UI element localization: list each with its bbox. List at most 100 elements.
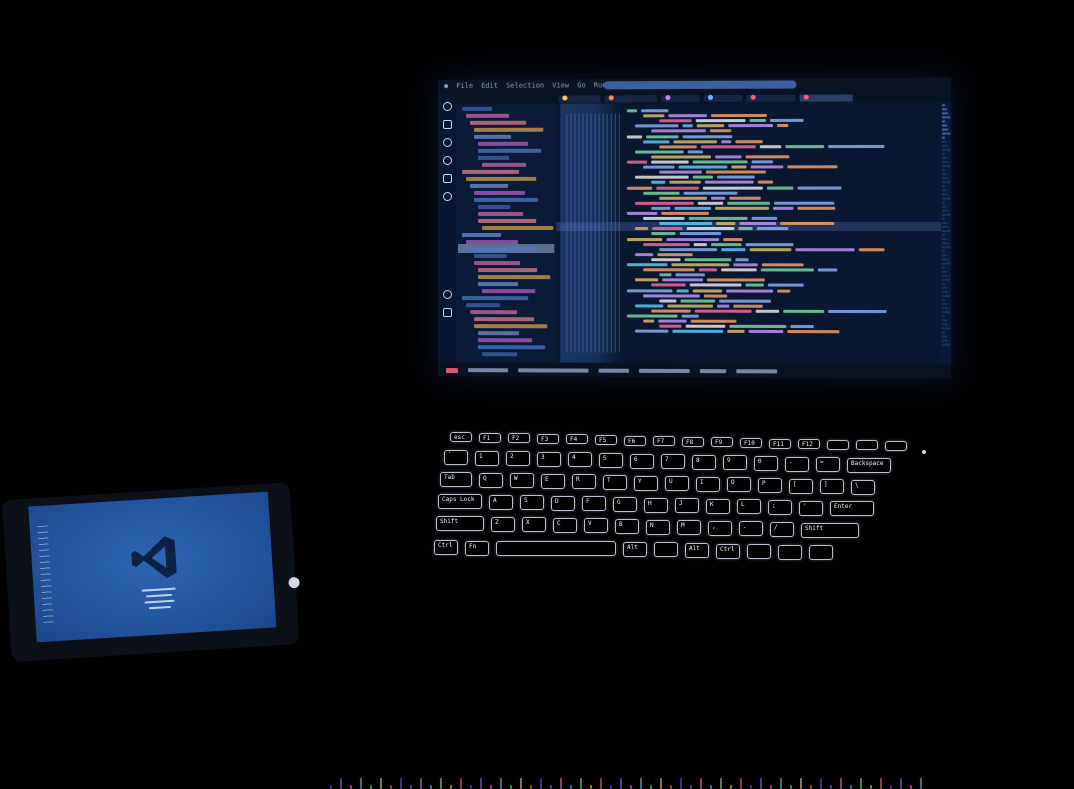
keyboard-key[interactable]: / [770,522,794,537]
editor-tab[interactable] [604,94,658,102]
keyboard-key[interactable]: W [510,473,534,489]
keyboard-key[interactable]: Y [634,475,658,491]
keyboard-key[interactable]: G [613,497,637,512]
explorer-row[interactable] [474,134,512,139]
keyboard-key[interactable] [827,439,849,450]
remote-icon[interactable] [442,191,452,201]
explorer-row[interactable] [478,148,542,153]
keyboard-key[interactable]: 1 [475,450,499,466]
explorer-row[interactable] [478,211,524,216]
keyboard-key[interactable]: C [553,517,577,533]
keyboard-key[interactable] [496,541,616,557]
keyboard-key[interactable]: O [727,477,751,493]
keyboard-key[interactable]: ' [799,500,823,516]
explorer-row[interactable] [482,289,536,294]
keyboard-key[interactable]: R [572,474,596,490]
explorer-row[interactable] [482,225,554,231]
keyboard-key[interactable]: 5 [599,453,623,468]
keyboard-key[interactable]: \ [851,479,875,495]
editor-tab[interactable] [799,93,853,102]
keyboard-key[interactable]: K [706,498,730,514]
keyboard-key[interactable]: . [739,521,763,537]
keyboard-key[interactable] [747,544,771,560]
keyboard-key[interactable]: N [646,519,670,535]
keyboard-key[interactable] [778,544,802,560]
keyboard-key[interactable]: F2 [508,433,530,444]
search-icon[interactable] [442,119,452,129]
explorer-row[interactable] [466,240,519,245]
explorer-row[interactable] [462,169,520,174]
keyboard-key[interactable]: - [785,456,809,472]
explorer-row[interactable] [478,338,533,343]
explorer-row[interactable] [474,261,521,266]
explorer-row[interactable] [478,268,538,273]
keyboard-key[interactable]: F11 [769,438,791,449]
keyboard-key[interactable]: U [665,476,689,492]
editor-tab[interactable] [558,94,601,103]
keyboard-key[interactable]: = [816,457,840,473]
editor-tab[interactable] [746,94,796,102]
keyboard-key[interactable]: F1 [479,432,501,443]
keyboard-key[interactable]: P [758,478,782,493]
keyboard-key[interactable]: F9 [711,437,733,448]
explorer-row[interactable] [474,317,535,322]
source-control-icon[interactable] [442,137,452,147]
explorer-row[interactable] [482,352,518,357]
explorer-row[interactable] [478,282,519,287]
keyboard-key[interactable]: F6 [624,435,646,446]
keyboard-key[interactable]: Shift [436,516,484,531]
keyboard-key[interactable]: Caps Lock [438,494,482,509]
keyboard-key[interactable]: Backspace [847,457,891,473]
keyboard-key[interactable]: Alt [685,543,709,558]
keyboard-key[interactable]: Enter [830,501,874,517]
extensions-icon[interactable] [442,173,452,183]
keyboard-key[interactable]: H [644,497,668,513]
keyboard-key[interactable]: esc [450,432,472,442]
keyboard-key[interactable]: S [520,495,544,511]
account-icon[interactable] [442,290,452,300]
run-debug-icon[interactable] [442,155,452,165]
keyboard-key[interactable]: [ [789,478,813,494]
keyboard-key[interactable]: ; [768,500,792,515]
explorer-row[interactable] [478,218,537,223]
keyboard-key[interactable]: J [675,498,699,514]
keyboard-key[interactable]: F7 [653,436,675,447]
keyboard-key[interactable]: Shift [801,522,859,538]
keyboard-key[interactable]: Fn [465,540,489,556]
keyboard-key[interactable]: 6 [630,453,654,469]
keyboard-key[interactable]: F10 [740,438,762,448]
keyboard-key[interactable]: V [584,518,608,534]
menu-item[interactable]: View [552,81,569,89]
explorer-row[interactable] [478,275,551,280]
keyboard-key[interactable]: 8 [692,454,716,470]
menu-item[interactable]: Go [577,81,586,89]
keyboard-key[interactable]: M [677,520,701,536]
keyboard-key[interactable]: D [551,495,575,511]
keyboard-key[interactable]: A [489,494,513,510]
explorer-row[interactable] [462,106,493,111]
menu-item[interactable]: ● [444,82,448,90]
keyboard-key[interactable] [856,440,878,451]
editor-tab[interactable] [661,94,700,102]
explorer-row[interactable] [462,233,502,238]
editor-tab[interactable] [703,94,743,102]
keyboard-key[interactable]: ` [444,450,468,465]
keyboard-key[interactable]: F [582,496,606,512]
keyboard-key[interactable]: Z [491,516,515,532]
files-icon[interactable] [442,101,452,111]
explorer-row[interactable] [466,303,501,308]
keyboard-key[interactable]: Q [479,472,503,488]
keyboard-key[interactable]: Ctrl [716,543,740,559]
keyboard-key[interactable]: F3 [537,433,559,444]
keyboard-key[interactable]: F4 [566,434,588,445]
explorer-row[interactable] [466,113,510,118]
explorer-row[interactable] [478,141,529,146]
explorer-row[interactable] [478,345,546,350]
explorer-row[interactable] [470,183,509,188]
explorer-row[interactable] [474,197,539,202]
keyboard-key[interactable]: Ctrl [434,540,458,555]
phone-home-button[interactable] [288,576,300,589]
keyboard-key[interactable]: 3 [537,451,561,467]
keyboard-key[interactable]: F5 [595,435,617,445]
keyboard-key[interactable]: 0 [754,456,778,471]
